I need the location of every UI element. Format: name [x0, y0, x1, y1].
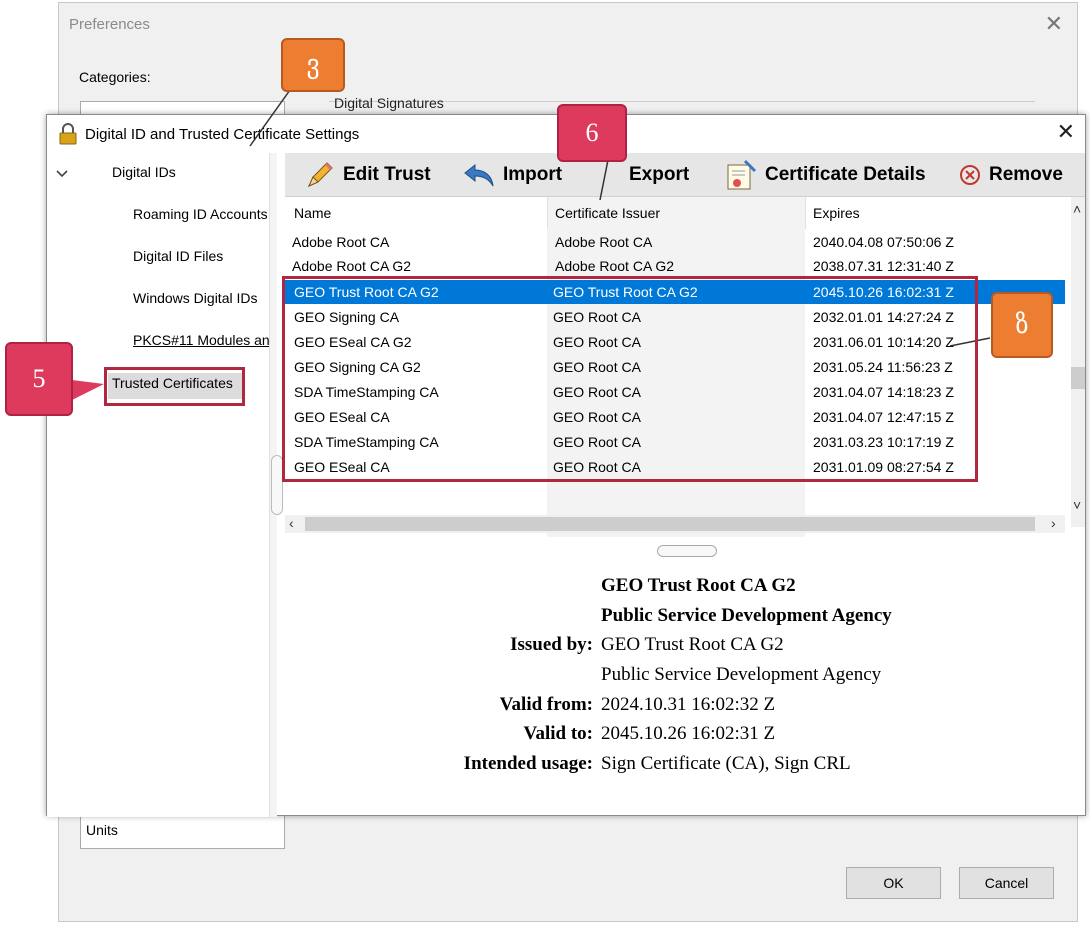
cell-issuer: Adobe Root CA [555, 234, 653, 250]
tree-item-pkcs11-modules[interactable]: PKCS#11 Modules and [133, 332, 269, 348]
cell-name: Adobe Root CA G2 [292, 258, 412, 274]
tree-item-digital-ids[interactable]: Digital IDs [112, 164, 176, 180]
pencil-icon [308, 162, 333, 187]
certificate-details-button[interactable]: Certificate Details [725, 153, 926, 197]
settings-tree: Digital IDs Roaming ID Accounts Digital … [47, 153, 277, 817]
tree-item-digital-id-files[interactable]: Digital ID Files [133, 248, 223, 264]
certificate-icon [727, 159, 757, 190]
import-label: Import [503, 164, 563, 185]
dialog-title: Digital ID and Trusted Certificate Setti… [85, 126, 360, 143]
import-arrow-icon [464, 163, 494, 187]
scroll-left-icon[interactable]: ‹ [289, 515, 294, 531]
details-row: Valid to: 2045.10.26 16:02:31 Z [279, 723, 1079, 751]
vertical-scrollbar[interactable]: ˄ ˅ [1071, 197, 1085, 527]
callout-badge-6: 6 [557, 104, 627, 162]
ok-button[interactable]: OK [846, 867, 941, 899]
edit-trust-label: Edit Trust [343, 164, 431, 185]
export-button[interactable]: Export [629, 153, 689, 197]
import-button[interactable]: Import [463, 153, 562, 197]
preferences-close-icon[interactable]: ✕ [1045, 11, 1063, 37]
details-row: Issued by: GEO Trust Root CA G2 [279, 634, 1079, 662]
column-header-name[interactable]: Name [294, 197, 331, 229]
details-row: GEO Trust Root CA G2 [279, 575, 1079, 603]
vertical-scroll-thumb[interactable] [1071, 367, 1085, 389]
highlight-certificate-rows [282, 276, 978, 482]
details-row: Intended usage: Sign Certificate (CA), S… [279, 753, 1079, 781]
valid-from-label: Valid from: [499, 694, 593, 715]
scroll-up-icon[interactable]: ˄ [1073, 201, 1081, 217]
export-label: Export [629, 164, 690, 185]
cancel-button[interactable]: Cancel [959, 867, 1054, 899]
cell-expires: 2040.04.08 07:50:06 Z [813, 234, 954, 250]
table-row[interactable]: Adobe Root CA Adobe Root CA 2040.04.08 0… [285, 230, 1065, 254]
cell-expires: 2038.07.31 12:31:40 Z [813, 258, 954, 274]
chevron-down-icon[interactable] [55, 167, 69, 181]
callout-badge-top: ვ [281, 38, 345, 92]
valid-to-value: 2045.10.26 16:02:31 Z [601, 723, 776, 744]
certificates-pane: Edit Trust Import Export Certificate Det… [279, 153, 1085, 817]
tree-item-windows-digital-ids[interactable]: Windows Digital IDs [133, 290, 257, 306]
column-header-expires[interactable]: Expires [813, 197, 860, 229]
column-header-issuer[interactable]: Certificate Issuer [555, 197, 660, 229]
issued-by-value: GEO Trust Root CA G2 [601, 634, 784, 655]
lock-icon [59, 123, 77, 145]
details-cert-org: Public Service Development Agency [601, 605, 892, 626]
callout-badge-8: ზ [991, 292, 1053, 358]
horizontal-scroll-thumb[interactable] [305, 517, 1035, 531]
horizontal-grip-handle[interactable] [657, 545, 717, 557]
remove-icon [960, 165, 980, 185]
category-item-units[interactable]: Units [86, 822, 118, 838]
header-divider [547, 197, 548, 229]
close-icon[interactable]: ✕ [1057, 119, 1075, 145]
edit-trust-button[interactable]: Edit Trust [305, 153, 431, 197]
scroll-right-icon[interactable]: › [1051, 515, 1056, 531]
tree-item-roaming-id-accounts[interactable]: Roaming ID Accounts [133, 206, 268, 222]
certificate-details-label: Certificate Details [765, 164, 926, 185]
details-cert-name: GEO Trust Root CA G2 [601, 575, 796, 596]
details-row: Public Service Development Agency [279, 664, 1079, 692]
preferences-title: Preferences [69, 16, 150, 33]
valid-from-value: 2024.10.31 16:02:32 Z [601, 694, 776, 715]
cell-name: Adobe Root CA [292, 234, 390, 250]
scroll-down-icon[interactable]: ˅ [1073, 497, 1081, 513]
intended-usage-label: Intended usage: [463, 753, 593, 774]
table-row[interactable]: Adobe Root CA G2 Adobe Root CA G2 2038.0… [285, 254, 1065, 278]
issued-by-label: Issued by: [510, 634, 593, 655]
intended-usage-value: Sign Certificate (CA), Sign CRL [601, 753, 851, 774]
cell-issuer: Adobe Root CA G2 [555, 258, 675, 274]
categories-label: Categories: [79, 69, 151, 85]
valid-to-label: Valid to: [523, 723, 593, 744]
details-row: Valid from: 2024.10.31 16:02:32 Z [279, 694, 1079, 722]
remove-button[interactable]: Remove [959, 153, 1063, 197]
callout-badge-5: 5 [5, 342, 73, 416]
toolbar: Edit Trust Import Export Certificate Det… [285, 153, 1085, 197]
horizontal-scrollbar[interactable]: ‹ › [285, 515, 1065, 533]
remove-label: Remove [989, 164, 1063, 185]
highlight-trusted-certificates [104, 367, 245, 406]
issued-by-org-value: Public Service Development Agency [601, 664, 882, 685]
digital-signatures-group-label: Digital Signatures [334, 95, 444, 111]
details-row: Public Service Development Agency [279, 605, 1079, 633]
header-divider [805, 197, 806, 229]
